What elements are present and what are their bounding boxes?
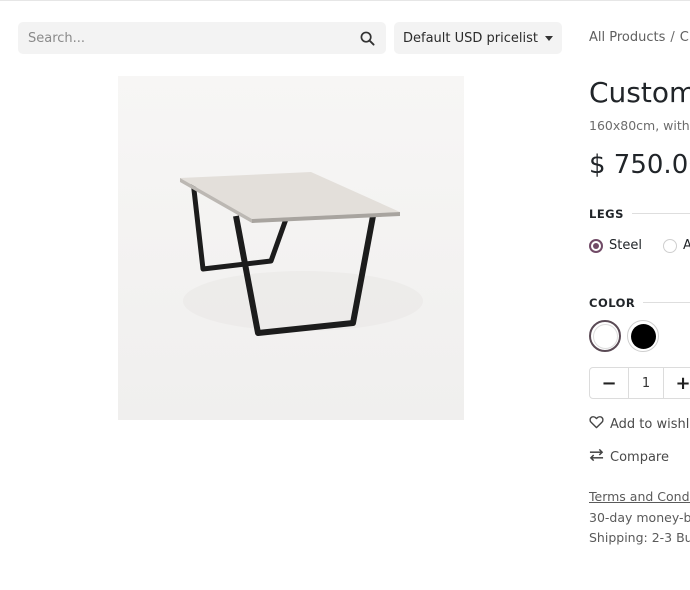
breadcrumb: All Products / C xyxy=(589,30,689,45)
search-icon[interactable] xyxy=(358,29,376,47)
table-image xyxy=(118,76,464,420)
color-label: COLOR xyxy=(589,296,636,310)
color-swatch-black[interactable] xyxy=(627,320,659,352)
quantity-stepper: − 1 + xyxy=(589,367,690,399)
terms-link[interactable]: Terms and Condi xyxy=(589,489,690,504)
quantity-minus-button[interactable]: − xyxy=(590,368,628,398)
legs-aluminium-radio[interactable] xyxy=(662,238,677,253)
product-subtitle: 160x80cm, with l xyxy=(589,118,690,133)
legs-steel-radio[interactable] xyxy=(589,238,603,253)
caret-down-icon xyxy=(545,35,553,41)
legs-aluminium-label[interactable]: Al xyxy=(683,238,690,253)
exchange-icon xyxy=(589,448,604,466)
product-price: $ 750.00 xyxy=(589,150,690,180)
black-swatch-fill xyxy=(630,323,656,349)
legs-label: LEGS xyxy=(589,207,624,221)
pricelist-dropdown[interactable]: Default USD pricelist xyxy=(394,22,562,54)
heart-icon xyxy=(589,415,604,433)
compare-link[interactable]: Compare xyxy=(589,448,669,466)
search-input[interactable] xyxy=(28,30,358,46)
pricelist-label: Default USD pricelist xyxy=(403,30,538,46)
breadcrumb-category[interactable]: C xyxy=(680,30,689,45)
wishlist-label: Add to wishli xyxy=(610,416,690,432)
product-image xyxy=(118,76,464,420)
shipping-text: Shipping: 2-3 Bu xyxy=(589,530,690,545)
quantity-plus-button[interactable]: + xyxy=(664,368,690,398)
legs-steel-label[interactable]: Steel xyxy=(609,238,642,253)
breadcrumb-all-products[interactable]: All Products xyxy=(589,30,665,45)
top-divider xyxy=(0,0,690,1)
white-swatch-fill xyxy=(592,323,618,349)
color-swatch-white[interactable] xyxy=(589,320,621,352)
add-to-wishlist-link[interactable]: Add to wishli xyxy=(589,415,690,433)
legs-options: Steel Al xyxy=(589,238,690,253)
breadcrumb-separator: / xyxy=(670,30,675,45)
compare-label: Compare xyxy=(610,449,669,465)
guarantee-text: 30-day money-b xyxy=(589,510,690,525)
product-title: Customi xyxy=(589,76,690,109)
search-bar[interactable] xyxy=(18,22,386,54)
quantity-value[interactable]: 1 xyxy=(628,368,664,398)
legs-divider xyxy=(632,213,690,214)
color-divider xyxy=(643,302,690,303)
